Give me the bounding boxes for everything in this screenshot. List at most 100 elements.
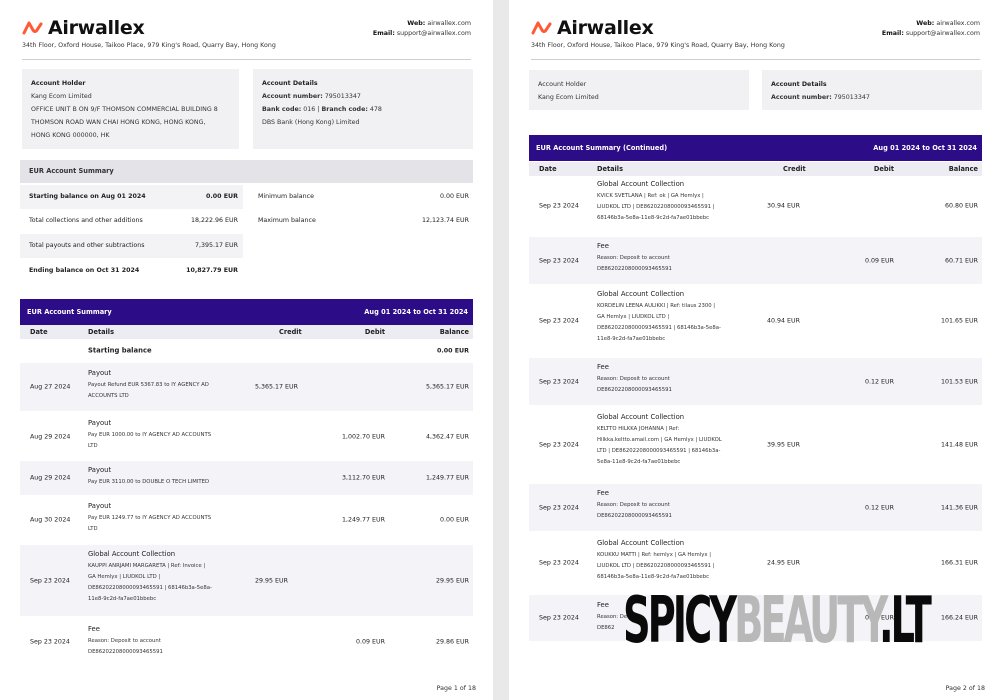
row-detail-line: Pay EUR 3110.00 to DOUBLE O TECH LIMITED (88, 479, 210, 485)
transactions-title-bar: EUR Account Summary (Continued) Aug 01 2… (529, 135, 982, 161)
row-title: Fee (597, 489, 609, 497)
row-detail-line: LTD (88, 526, 98, 532)
brand-name: Airwallex (48, 17, 145, 39)
col-details: Details (597, 165, 623, 173)
row-title: Global Account Collection (597, 180, 685, 188)
row-detail-line: KAUPPI ANRJAMI MARGARETA | Ref: Invoice … (88, 563, 206, 569)
account-details-title: Account Details (262, 80, 318, 87)
row-detail-line: KELTTO HILKKA JOHANNA | Ref: (597, 426, 680, 432)
table-row: Sep 23 2024 Fee Reason: Deposit to accoun… (20, 618, 473, 666)
row-title: Fee (597, 242, 609, 250)
summary-value: 18,222.96 EUR (190, 217, 238, 224)
row-balance: 101.65 EUR (941, 317, 978, 325)
branch-code: 478 (369, 106, 382, 113)
table-row: Sep 23 2024 Fee Reason: Deposit to accoun… (529, 237, 982, 284)
page-number: Page 2 of 18 (945, 685, 985, 692)
email-link[interactable]: support@airwallex.com (906, 30, 980, 37)
row-title: Global Account Collection (597, 539, 685, 547)
row-title: Global Account Collection (88, 550, 176, 558)
bank-code: 016 (303, 106, 316, 113)
row-balance: 141.48 EUR (941, 441, 978, 448)
minimum-balance-value: 0.00 EUR (440, 193, 469, 200)
account-holder-box: Account Holder Kang Ecom Limited (529, 70, 749, 110)
row-detail-line: LTD | DE86202208000093465591 | 68146b3a- (597, 448, 721, 454)
table-row: Sep 23 2024 Global Account Collection KAU… (20, 545, 473, 616)
row-balance: 60.71 EUR (945, 257, 978, 264)
minimum-balance-row: Minimum balance 0.00 EUR (252, 185, 473, 209)
row-detail-line: DE86202208000093465591 (597, 513, 672, 519)
account-details-box: Account Details Account number: 79501334… (253, 69, 473, 149)
row-date: Sep 23 2024 (30, 638, 70, 646)
email-label: Email: (372, 30, 395, 37)
row-debit: 0.09 EUR (356, 638, 385, 646)
row-detail-line: LIUDKOL LTD | DE86202208000093465591 | (597, 563, 715, 569)
row-balance: 166.24 EUR (941, 614, 978, 622)
transactions-title: EUR Account Summary (Continued) (536, 144, 668, 152)
summary-value: 10,827.79 EUR (186, 267, 238, 274)
row-date: Sep 23 2024 (539, 504, 579, 511)
col-date: Date (30, 328, 48, 336)
summary-label: Starting balance on Aug 01 2024 (29, 193, 146, 200)
row-detail-line: DE86202208000093465591 (597, 266, 672, 272)
maximum-balance-row: Maximum balance 12,123.74 EUR (252, 209, 473, 233)
row-date: Sep 23 2024 (539, 559, 579, 567)
row-title: Payout (88, 466, 112, 474)
row-credit: 5,365.17 EUR (255, 383, 299, 391)
row-detail-line: LIUDKOL LTD | DE86202208000093465591 | (597, 204, 715, 210)
row-detail-line: GA Hemlyx | LIUDKOL LTD | (597, 314, 670, 320)
summary-row-ending: Ending balance on Oct 31 2024 10,827.79 … (20, 259, 243, 283)
row-title: Global Account Collection (597, 290, 685, 298)
table-row: Sep 23 2024 Global Account Collection KOR… (529, 286, 982, 356)
account-number: 795013347 (833, 94, 870, 101)
row-detail-line: 11e8-9c2d-fa7ae01bbebc (88, 596, 157, 602)
web-link[interactable]: airwallex.com (936, 20, 980, 27)
row-detail-line: 68146b3a-5e8a-11e8-9c2d-fa7ae01bbebc (597, 574, 710, 580)
maximum-balance-value: 12,123.74 EUR (421, 217, 469, 224)
watermark-part: BEAUTY (734, 584, 882, 658)
row-date: Aug 30 2024 (30, 516, 71, 523)
table-row: Sep 23 2024 Global Account Collection KEL… (529, 407, 982, 482)
holder-line: THOMSON ROAD WAN CHAI HONG KONG, HONG KO… (31, 119, 206, 126)
row-balance: 5,365.17 EUR (425, 383, 469, 391)
watermark-text: SPICYBEAUTY.LT (623, 584, 932, 658)
row-detail-line: 11e8-9c2d-fa7ae01bbebc (597, 336, 666, 342)
row-date: Sep 23 2024 (539, 317, 579, 325)
col-debit: Debit (364, 328, 385, 336)
row-date: Aug 29 2024 (30, 433, 71, 440)
brand-name: Airwallex (557, 17, 654, 39)
row-detail-line: Hilkka.keltto.amail.com | GA Hemlyx | LI… (597, 437, 722, 443)
row-detail-line: Reason: Deposit to account (597, 502, 670, 508)
row-detail-line: KOUKKU MATTI | Ref: hemlyx | GA Hemlyx | (597, 552, 712, 558)
date-range: Aug 01 2024 to Oct 31 2024 (873, 144, 977, 152)
row-date: Aug 29 2024 (30, 474, 71, 482)
header-divider (531, 59, 980, 60)
branch-code-label: Branch code: (321, 106, 368, 113)
airwallex-logo-icon (22, 21, 43, 35)
account-holder-title: Account Holder (538, 81, 587, 88)
table-row: Sep 23 2024 Fee Reason: Deposit to accoun… (529, 484, 982, 531)
row-detail-line: Pay EUR 1000.00 to IY AGENCY AD ACCOUNTS (88, 432, 212, 438)
date-range: Aug 01 2024 to Oct 31 2024 (364, 308, 468, 316)
col-debit: Debit (873, 165, 894, 173)
row-title: Payout (88, 369, 112, 377)
table-row: Sep 23 2024 Fee Reason: Deposit to accoun… (529, 358, 982, 405)
table-row: Aug 30 2024 Payout Pay EUR 1249.77 to IY … (20, 496, 473, 543)
row-date: Aug 27 2024 (30, 383, 71, 391)
holder-name: Kang Ecom Limited (538, 94, 599, 101)
row-balance: 29.95 EUR (436, 577, 469, 584)
contact-info: Web: airwallex.com Email: support@airwal… (373, 19, 471, 39)
row-detail-line: 68146b3a-5e8a-11e8-9c2d-fa7ae01bbebc (597, 215, 710, 221)
row-debit: 0.09 EUR (865, 257, 894, 264)
row-balance: 1,249.77 EUR (425, 474, 469, 482)
row-debit: 0.12 EUR (865, 378, 894, 385)
row-credit: 29.95 EUR (255, 577, 288, 584)
table-row: Starting balance 0.00 EUR (20, 340, 473, 362)
account-number: 795013347 (324, 93, 361, 100)
row-detail-line: 5e8a-11e8-9c2d-fa7ae01bbebc (597, 459, 681, 465)
row-date: Sep 23 2024 (539, 614, 579, 622)
web-link[interactable]: airwallex.com (427, 20, 471, 27)
company-address: 34th Floor, Oxford House, Taikoo Place, … (22, 42, 276, 49)
email-link[interactable]: support@airwallex.com (397, 30, 471, 37)
account-details-box: Account Details Account number: 79501334… (762, 70, 982, 110)
summary-label: Total collections and other additions (29, 217, 143, 224)
